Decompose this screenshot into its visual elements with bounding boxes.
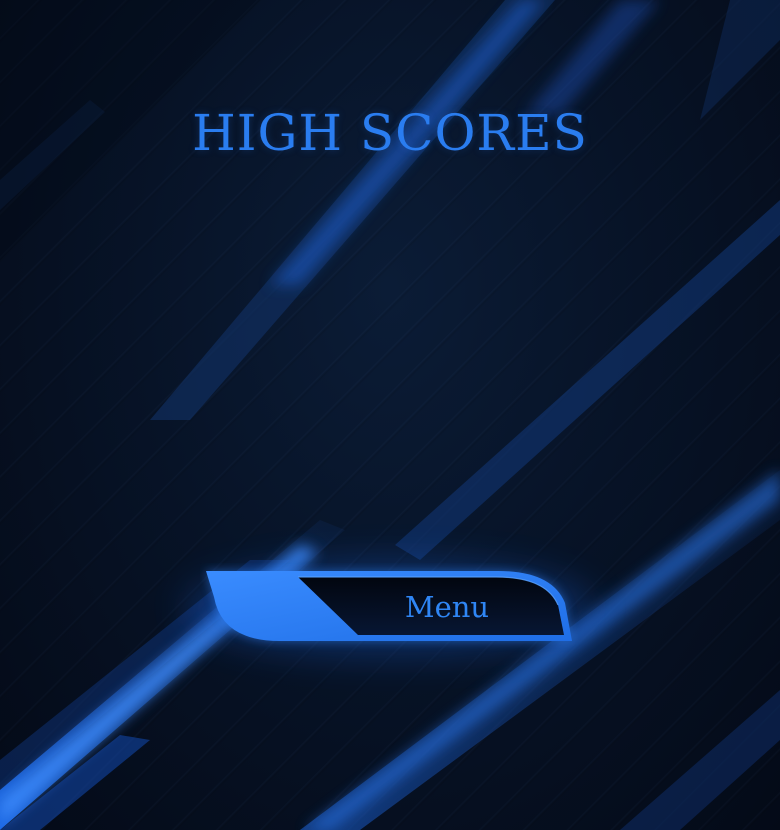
menu-button[interactable]: Menu bbox=[200, 563, 580, 653]
menu-button-label: Menu bbox=[404, 590, 490, 624]
page-title: HIGH SCORES bbox=[192, 104, 588, 162]
high-scores-screen: HIGH SCORES Menu bbox=[0, 0, 780, 830]
